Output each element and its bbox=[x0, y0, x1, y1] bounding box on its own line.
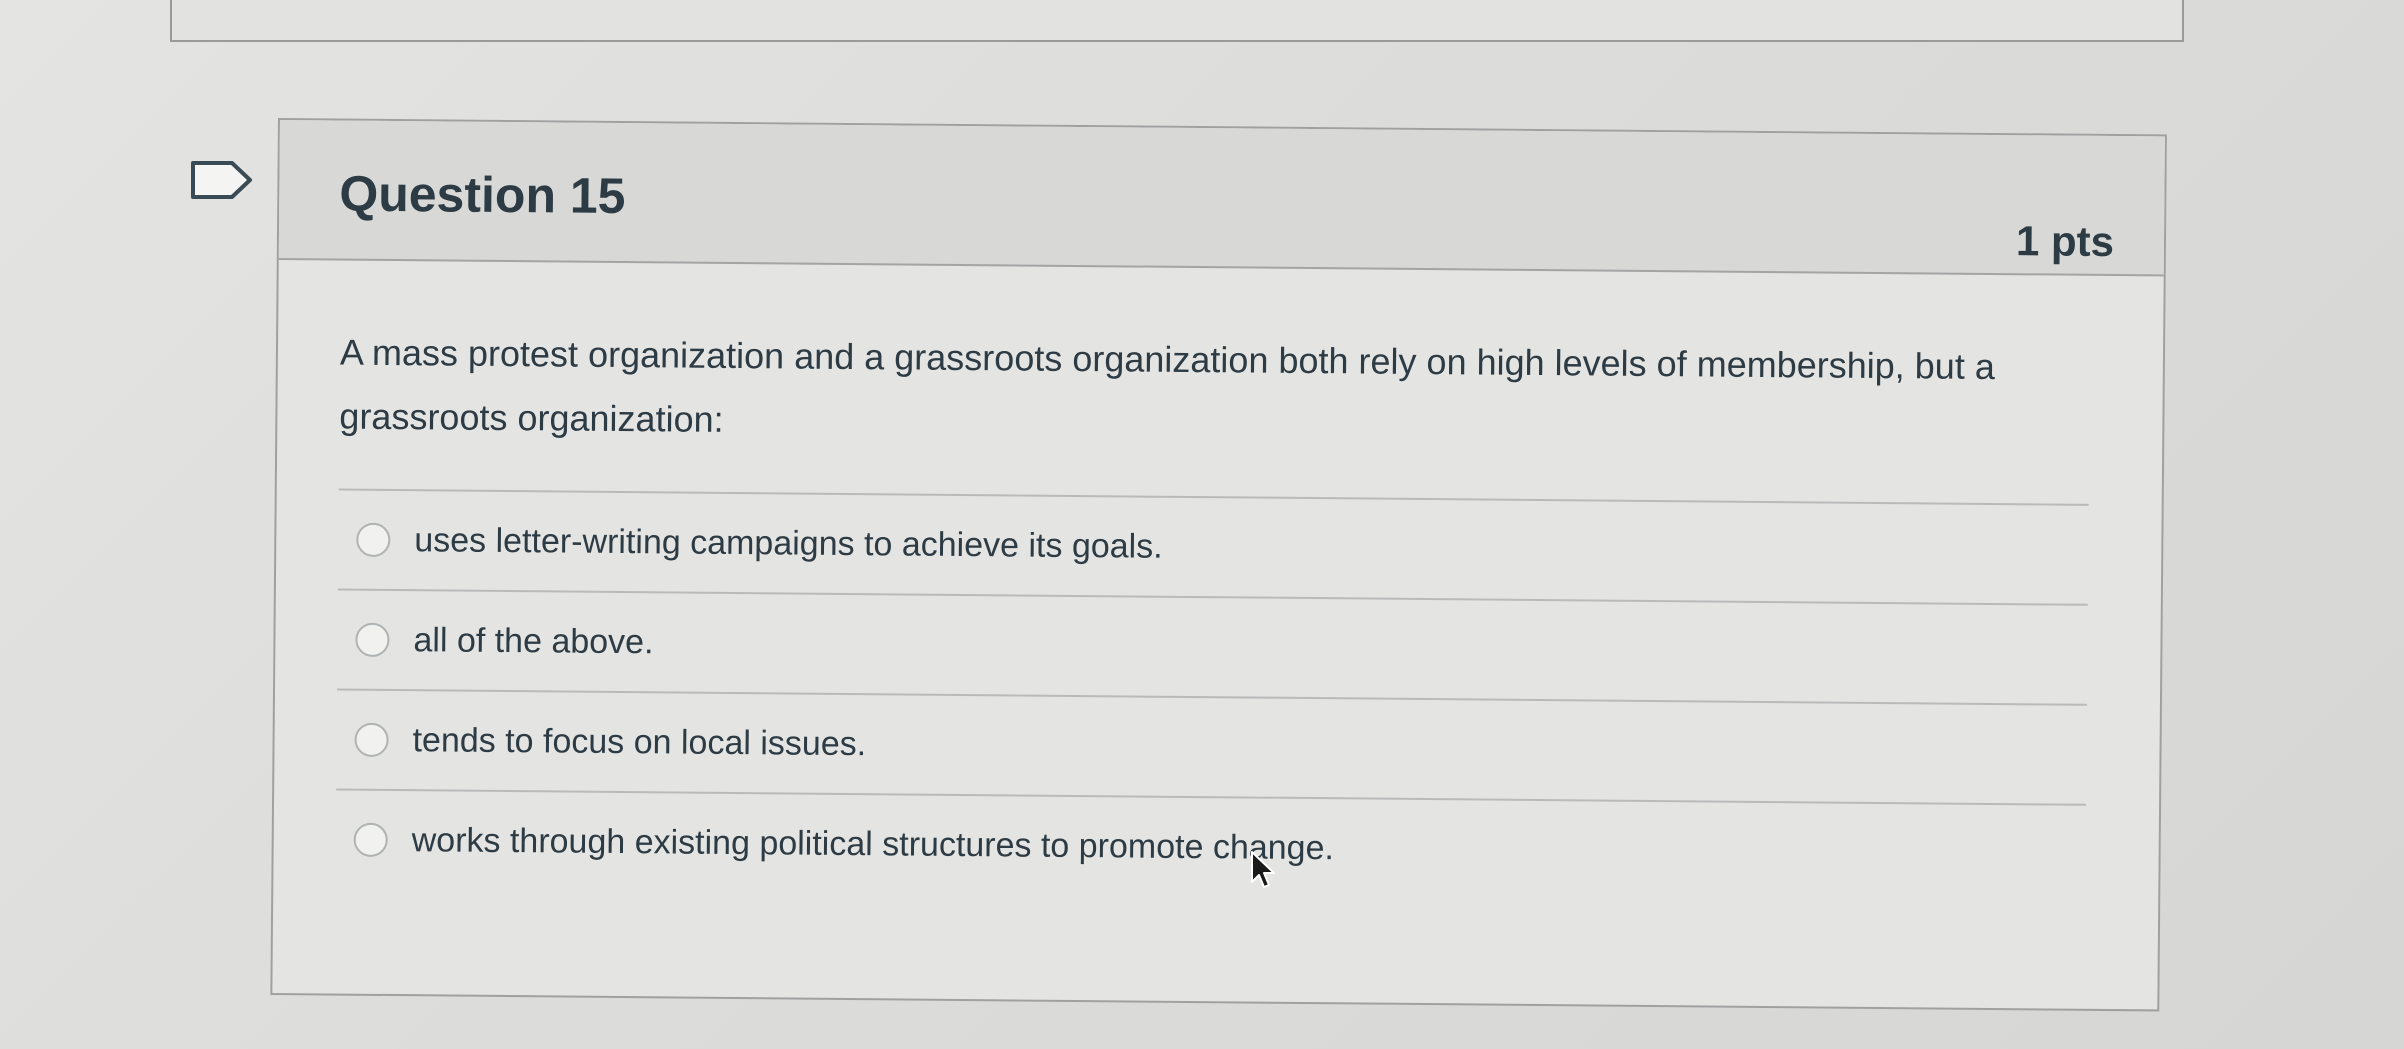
answer-option[interactable]: all of the above. bbox=[337, 588, 2088, 704]
answer-option[interactable]: works through existing political structu… bbox=[335, 788, 2087, 904]
question-card: Question 15 1 pts A mass protest organiz… bbox=[270, 118, 2167, 1012]
question-text: A mass protest organization and a grassr… bbox=[339, 331, 1996, 440]
answer-option[interactable]: tends to focus on local issues. bbox=[336, 688, 2087, 804]
mouse-pointer-icon bbox=[1250, 850, 1278, 890]
answer-list: uses letter-writing campaigns to achieve… bbox=[335, 488, 2089, 904]
answer-label[interactable]: uses letter-writing campaigns to achieve… bbox=[414, 521, 1163, 567]
answer-label[interactable]: works through existing political structu… bbox=[412, 821, 1335, 868]
radio-button[interactable] bbox=[354, 722, 389, 757]
flag-question-icon[interactable] bbox=[190, 160, 254, 200]
answer-option[interactable]: uses letter-writing campaigns to achieve… bbox=[337, 488, 2089, 604]
question-points: 1 pts bbox=[2015, 217, 2115, 266]
radio-button[interactable] bbox=[353, 822, 388, 857]
previous-question-panel bbox=[170, 0, 2184, 42]
question-body: A mass protest organization and a grassr… bbox=[273, 260, 2163, 904]
radio-button[interactable] bbox=[355, 622, 390, 657]
question-header: Question 15 1 pts bbox=[278, 120, 2165, 277]
question-title: Question 15 bbox=[339, 165, 626, 225]
radio-button[interactable] bbox=[356, 522, 391, 557]
answer-label[interactable]: tends to focus on local issues. bbox=[412, 721, 866, 764]
answer-label[interactable]: all of the above. bbox=[413, 621, 653, 662]
